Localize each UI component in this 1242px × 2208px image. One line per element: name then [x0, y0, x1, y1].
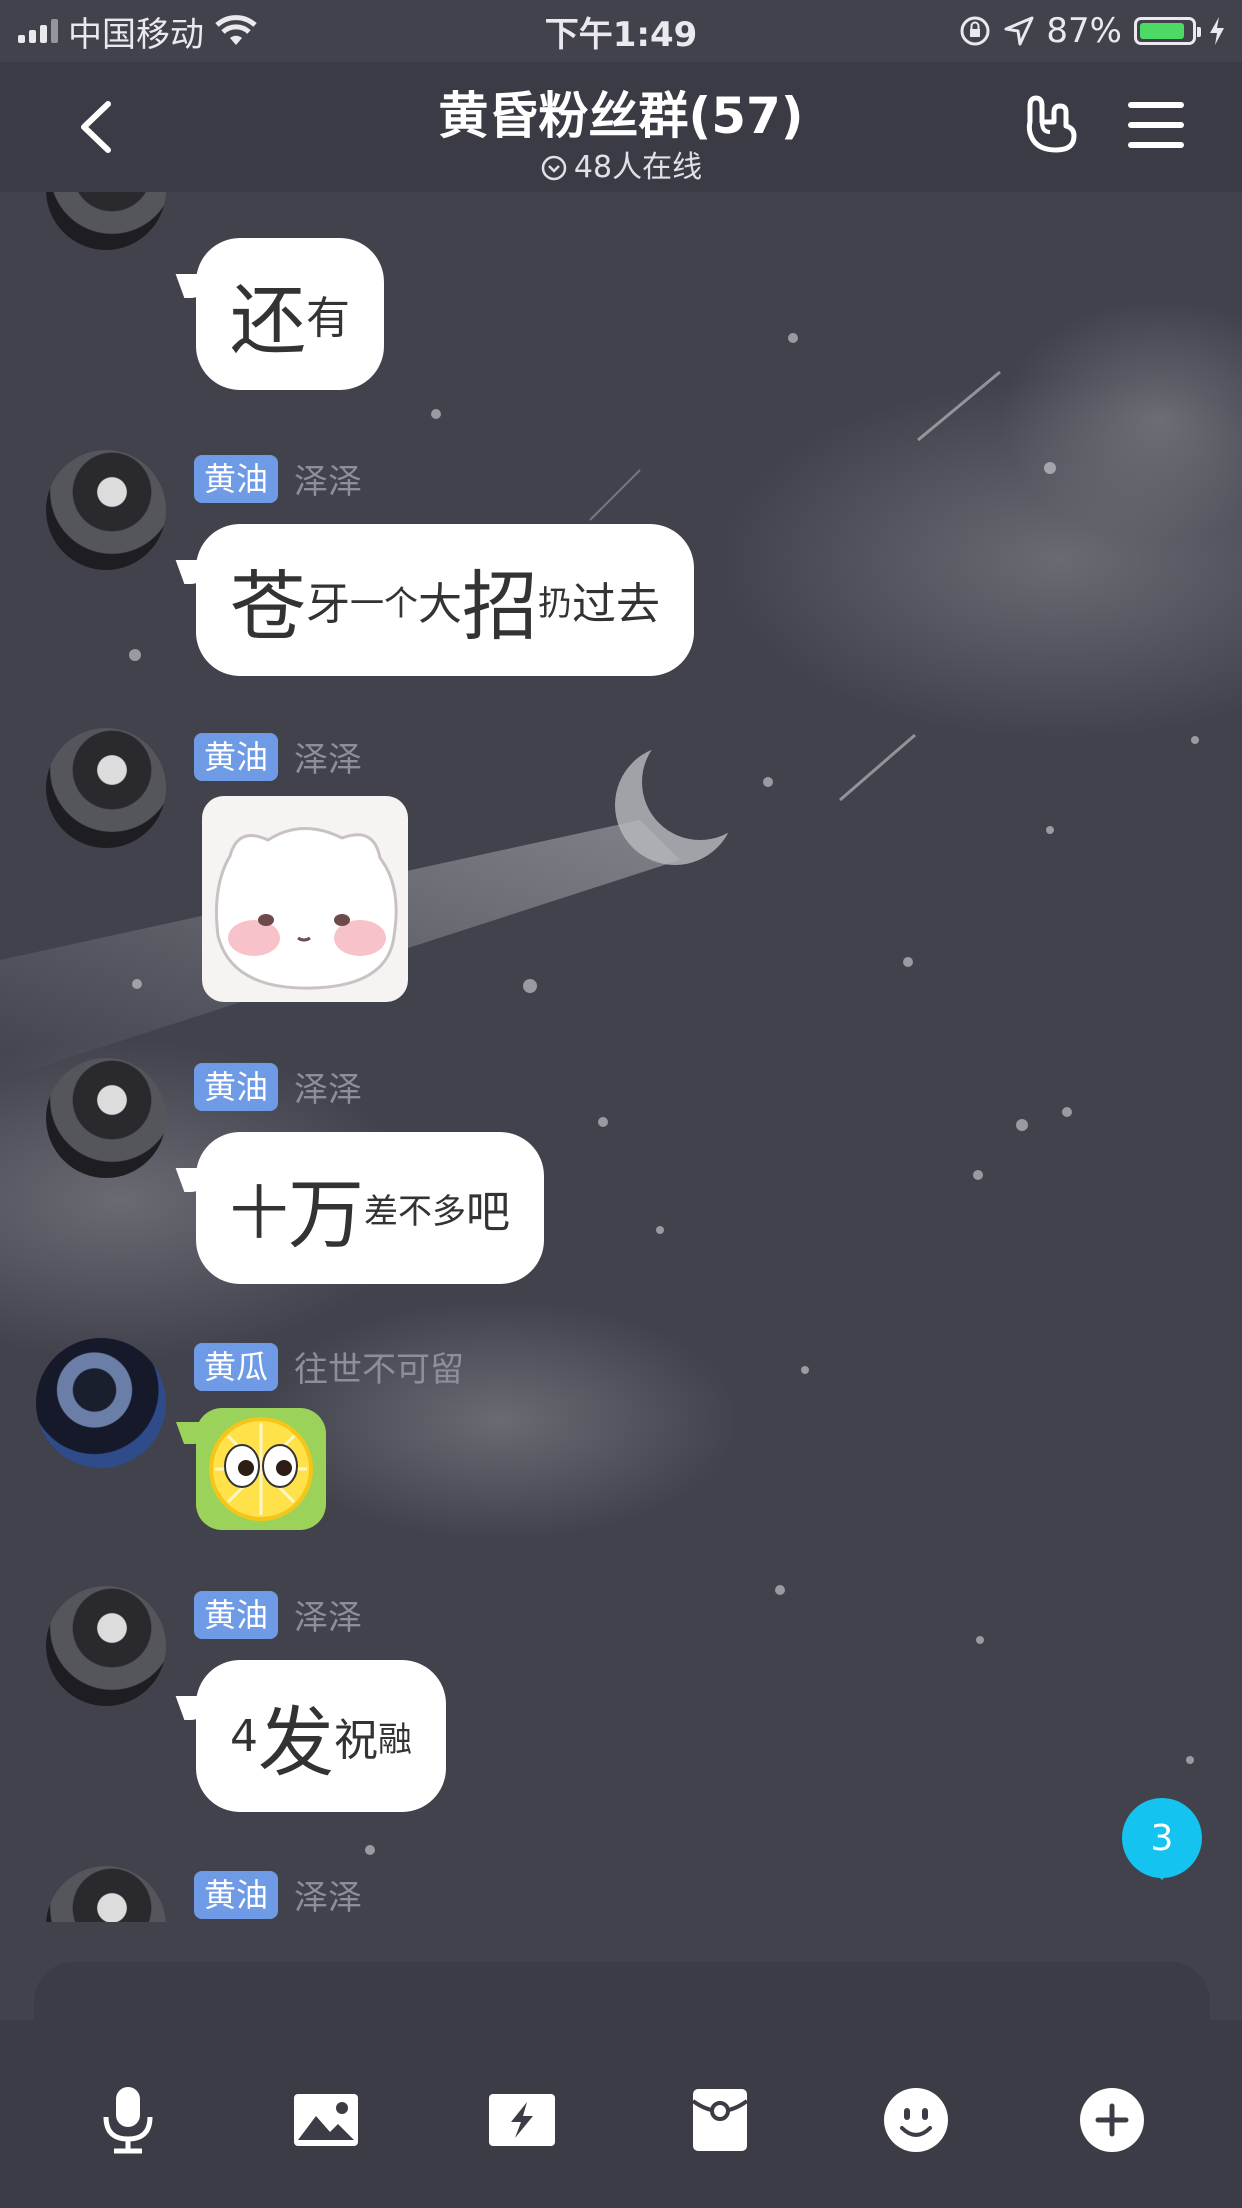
- member-level-badge: 黄油: [194, 1062, 279, 1111]
- signal-icon: [18, 19, 58, 43]
- avatar[interactable]: [46, 192, 166, 250]
- text-part: 一个: [350, 583, 418, 624]
- avatar[interactable]: [46, 450, 166, 570]
- sender-name[interactable]: 泽泽: [294, 1062, 362, 1111]
- message-meta: 黄油 泽泽: [194, 1062, 362, 1111]
- sender-name[interactable]: 泽泽: [294, 1870, 362, 1919]
- menu-button[interactable]: [1128, 102, 1184, 150]
- message-meta: 黄油 泽泽: [194, 454, 362, 503]
- text-part: 十: [230, 1179, 289, 1247]
- image-icon[interactable]: [286, 2080, 366, 2160]
- status-bar: 中国移动 下午1:49 87%: [0, 0, 1242, 62]
- member-level-badge: 黄油: [194, 454, 279, 503]
- charging-icon: [1210, 17, 1224, 45]
- message-meta: 黄瓜 往世不可留: [194, 1342, 464, 1391]
- battery-percent: 87%: [1046, 11, 1122, 51]
- input-area: [0, 1922, 1242, 2208]
- text-part: 差不多: [364, 1191, 467, 1232]
- sender-name[interactable]: 泽泽: [294, 1590, 362, 1639]
- battery-icon: [1134, 17, 1201, 45]
- avatar[interactable]: [36, 1338, 166, 1468]
- text-part: 牙: [306, 579, 350, 630]
- text-part: 过去: [572, 579, 660, 630]
- text-part: 吧: [466, 1187, 511, 1238]
- text-part: 4: [230, 1710, 258, 1762]
- text-part: 大: [418, 579, 462, 630]
- emoji-icon[interactable]: [876, 2080, 956, 2160]
- sender-name[interactable]: 泽泽: [294, 454, 362, 503]
- orientation-lock-icon: [960, 16, 990, 46]
- text-part: 祝: [334, 1715, 378, 1766]
- sender-name[interactable]: 泽泽: [294, 732, 362, 781]
- text-part: 有: [306, 293, 350, 344]
- rock-hand-icon[interactable]: [1020, 92, 1084, 156]
- input-toolbar: [0, 2020, 1242, 2208]
- chat-header: 黄昏粉丝群(57) 48人在线: [0, 62, 1242, 192]
- message-meta: 黄油 泽泽: [194, 1870, 362, 1919]
- bear-face-icon: [215, 827, 398, 990]
- sender-name[interactable]: 往世不可留: [294, 1342, 464, 1391]
- member-level-badge: 黄瓜: [194, 1342, 279, 1391]
- lemon-sticker[interactable]: [196, 1408, 326, 1530]
- text-part: 万: [288, 1170, 365, 1259]
- chevron-down-circle-icon: [541, 155, 567, 181]
- carrier-name: 中国移动: [68, 14, 204, 55]
- unread-count-badge[interactable]: 3: [1122, 1798, 1202, 1880]
- message-list[interactable]: 黄油 泽泽 还有 黄油 泽泽 苍牙一个大招扔过去 黄油 泽泽: [0, 192, 1242, 1922]
- red-packet-icon[interactable]: [680, 2080, 760, 2160]
- status-right: 87%: [958, 11, 1242, 51]
- lightning-icon[interactable]: [482, 2080, 562, 2160]
- wifi-icon: [215, 15, 257, 45]
- text-part: 招: [462, 562, 538, 651]
- avatar[interactable]: [46, 1866, 166, 1922]
- text-part: 还: [230, 276, 306, 365]
- bear-sticker[interactable]: [202, 796, 408, 1002]
- message-meta: 黄油 泽泽: [194, 1590, 362, 1639]
- text-part: 扔: [538, 583, 572, 624]
- text-bubble[interactable]: 还有: [196, 238, 384, 390]
- avatar[interactable]: [46, 1586, 166, 1706]
- text-bubble[interactable]: 苍牙一个大招扔过去: [196, 524, 694, 676]
- member-level-badge: 黄油: [194, 1870, 279, 1919]
- avatar[interactable]: [46, 1058, 166, 1178]
- text-bubble[interactable]: 4发祝融: [196, 1660, 446, 1812]
- member-level-badge: 黄油: [194, 1590, 279, 1639]
- avatar[interactable]: [46, 728, 166, 848]
- text-part: 融: [378, 1719, 412, 1760]
- microphone-icon[interactable]: [88, 2080, 168, 2160]
- text-bubble[interactable]: 十万差不多吧: [196, 1132, 545, 1284]
- online-count: 48人在线: [573, 150, 703, 185]
- location-icon: [1004, 16, 1034, 46]
- text-part: 发: [258, 1698, 334, 1787]
- text-part: 苍: [230, 562, 306, 651]
- lemon-eyes-icon: [209, 1417, 313, 1521]
- member-level-badge: 黄油: [194, 732, 279, 781]
- message-meta: 黄油 泽泽: [194, 732, 362, 781]
- status-left: 中国移动: [0, 7, 258, 56]
- plus-icon[interactable]: [1072, 2080, 1152, 2160]
